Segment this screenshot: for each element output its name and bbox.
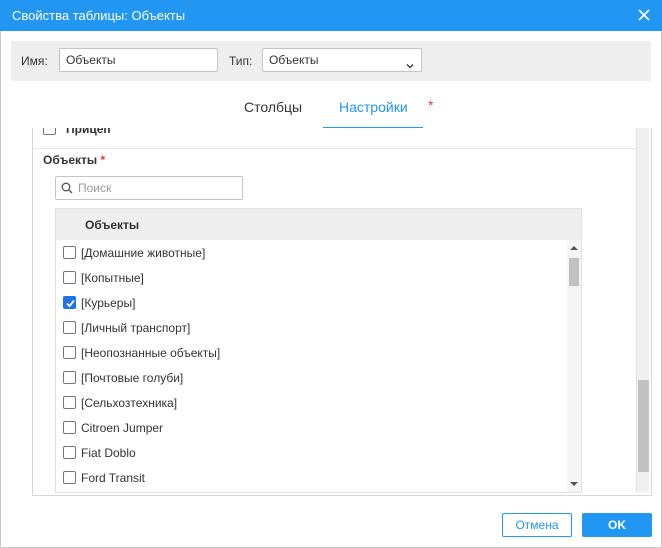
checkbox[interactable] (63, 471, 76, 484)
panel-scroll-thumb[interactable] (638, 380, 649, 472)
list-item[interactable]: [Неопознанные объекты] (56, 340, 567, 365)
ok-button[interactable]: OK (582, 513, 652, 537)
list-item[interactable]: [Домашние животные] (56, 240, 567, 265)
checkbox[interactable] (63, 271, 76, 284)
trailer-checkbox[interactable] (43, 128, 56, 135)
checkbox-checked[interactable] (63, 296, 76, 309)
list-item-label: [Курьеры] (81, 296, 136, 310)
list-item-label: [Копытные] (81, 271, 144, 285)
chevron-down-icon (405, 56, 415, 78)
list-item[interactable]: [Почтовые голуби] (56, 365, 567, 390)
dialog-title: Свойства таблицы: Объекты (12, 8, 186, 23)
name-input[interactable] (59, 48, 218, 72)
list-item[interactable]: Ford Transit (56, 465, 567, 490)
objects-section-title: Объекты * (43, 153, 105, 167)
list-item[interactable]: [Личный транспорт] (56, 315, 567, 340)
search-box[interactable] (55, 176, 243, 200)
search-icon (61, 182, 73, 194)
properties-bar: Имя: Тип: Объекты (11, 41, 651, 81)
checkbox[interactable] (63, 321, 76, 334)
list-item[interactable]: [Сельхозтехника] (56, 390, 567, 415)
name-label: Имя: (21, 54, 48, 68)
checkmark-icon (66, 299, 75, 308)
checkbox[interactable] (63, 396, 76, 409)
checkbox[interactable] (63, 446, 76, 459)
type-select[interactable]: Объекты (262, 48, 422, 72)
type-label: Тип: (229, 54, 253, 68)
grid-header: Объекты (56, 209, 581, 240)
tab-settings[interactable]: Настройки (339, 99, 408, 115)
close-icon[interactable] (634, 5, 654, 25)
checkbox[interactable] (63, 371, 76, 384)
checkbox[interactable] (63, 246, 76, 259)
cancel-button[interactable]: Отмена (502, 513, 572, 537)
grid-header-label: Объекты (85, 218, 140, 232)
dialog-titlebar: Свойства таблицы: Объекты (0, 0, 662, 31)
objects-required-marker: * (100, 153, 106, 167)
checkbox[interactable] (63, 421, 76, 434)
dialog-body: Имя: Тип: Объекты Столбцы Настройки * Пр… (0, 31, 662, 548)
list-item-label: [Неопознанные объекты] (81, 346, 221, 360)
list-item[interactable]: [Копытные] (56, 265, 567, 290)
list-item-label: Citroen Jumper (81, 421, 164, 435)
objects-grid: Объекты [Домашние животные] [Копытные] [Ку… (55, 208, 582, 493)
type-select-value: Объекты (269, 53, 319, 67)
grid-scrollbar[interactable] (567, 240, 581, 492)
settings-panel: Прицеп Объекты * Объекты [Домашние живот… (32, 128, 652, 496)
trailer-label: Прицеп (66, 128, 111, 136)
list-item-label: Ford Transit (81, 471, 146, 485)
list-item-label: [Домашние животные] (81, 246, 206, 260)
grid-body: [Домашние животные] [Копытные] [Курьеры] [Л… (56, 240, 567, 492)
list-item-label: [Сельхозтехника] (81, 396, 178, 410)
tab-columns[interactable]: Столбцы (244, 99, 302, 115)
divider (33, 148, 636, 149)
list-item-label: Fiat Doblo (81, 446, 136, 460)
list-item-label: [Личный транспорт] (81, 321, 191, 335)
list-item[interactable]: Citroen Jumper (56, 415, 567, 440)
list-item-label: [Почтовые голуби] (81, 371, 184, 385)
tab-settings-required-marker: * (428, 97, 434, 113)
tabs-bar: Столбцы Настройки * (1, 81, 661, 130)
checkbox[interactable] (63, 346, 76, 359)
scroll-up-icon[interactable] (570, 245, 578, 251)
list-item[interactable]: Fiat Doblo (56, 440, 567, 465)
objects-section-title-text: Объекты (43, 153, 98, 167)
list-item[interactable]: [Курьеры] (56, 290, 567, 315)
search-input[interactable] (78, 179, 238, 197)
scroll-down-icon[interactable] (570, 481, 578, 487)
grid-scroll-thumb[interactable] (569, 258, 579, 286)
panel-scrollbar[interactable] (636, 128, 649, 492)
